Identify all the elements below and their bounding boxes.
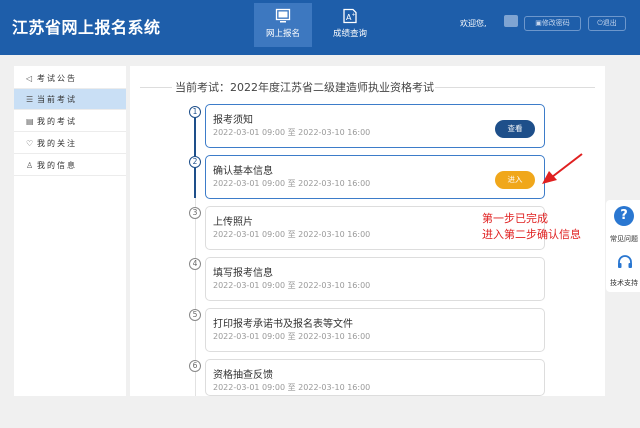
headset-icon[interactable] <box>617 254 633 270</box>
nav-online-registration[interactable]: 网上报名 <box>254 3 312 47</box>
sidebar-item-my-exams[interactable]: ▤ 我的考试 <box>14 111 126 132</box>
sidebar-item-my-follows[interactable]: ♡ 我的关注 <box>14 133 126 154</box>
step-card-exam-notice: 报考须知 2022-03-01 09:00 至 2022-03-10 16:00… <box>205 104 545 148</box>
logout-button[interactable]: ⏻退出 <box>588 16 626 31</box>
step-number: 2 <box>189 156 201 168</box>
annotation-line-2: 进入第二步确认信息 <box>482 228 581 241</box>
change-password-button[interactable]: ▣修改密码 <box>524 16 581 31</box>
current-exam-title: 当前考试：2022年度江苏省二级建造师执业资格考试 <box>175 81 434 94</box>
sidebar-item-label: 我的考试 <box>37 117 77 126</box>
step-card-confirm-info: 确认基本信息 2022-03-01 09:00 至 2022-03-10 16:… <box>205 155 545 199</box>
step-title: 确认基本信息 <box>213 166 273 177</box>
timeline-progress <box>194 112 196 198</box>
change-password-label: 修改密码 <box>541 19 570 27</box>
username-redacted <box>504 15 518 27</box>
sidebar-item-label: 考试公告 <box>37 74 77 83</box>
document-icon: ▤ <box>26 117 34 126</box>
step-title: 报考须知 <box>213 115 253 126</box>
floating-help-panel: ? 常见问题 技术支持 <box>606 200 640 292</box>
support-label[interactable]: 技术支持 <box>610 278 638 288</box>
sidebar-item-label: 当前考试 <box>37 95 77 104</box>
speaker-icon: ◁ <box>26 74 33 83</box>
step-title: 填写报考信息 <box>213 268 273 279</box>
title-divider-left <box>140 87 172 88</box>
step-time: 2022-03-01 09:00 至 2022-03-10 16:00 <box>213 128 371 137</box>
step-time: 2022-03-01 09:00 至 2022-03-10 16:00 <box>213 383 371 392</box>
step-time: 2022-03-01 09:00 至 2022-03-10 16:00 <box>213 179 371 188</box>
annotation-line-1: 第一步已完成 <box>482 212 548 225</box>
step-title: 资格抽查反馈 <box>213 370 273 381</box>
annotation-arrow-icon <box>542 153 583 184</box>
sidebar-item-current-exam[interactable]: ☰ 当前考试 <box>14 89 126 110</box>
monitor-icon <box>275 8 291 23</box>
sidebar: ◁ 考试公告 ☰ 当前考试 ▤ 我的考试 ♡ 我的关注 ♙ 我的信息 <box>14 66 126 396</box>
nav-online-registration-label: 网上报名 <box>265 29 300 39</box>
sidebar-item-my-info[interactable]: ♙ 我的信息 <box>14 155 126 176</box>
list-icon: ☰ <box>26 95 34 104</box>
nav-score-query-label: 成绩查询 <box>332 29 367 39</box>
heart-icon: ♡ <box>26 139 34 148</box>
step-card-print-documents: 打印报考承诺书及报名表等文件 2022-03-01 09:00 至 2022-0… <box>205 308 545 352</box>
step-time: 2022-03-01 09:00 至 2022-03-10 16:00 <box>213 230 371 239</box>
top-header: 江苏省网上报名系统 网上报名 A + 成绩查询 欢迎您, ▣修改密码 ⏻退出 <box>0 0 640 55</box>
lock-icon: ▣ <box>535 19 542 27</box>
grade-document-icon: A + <box>343 8 357 24</box>
step-number: 3 <box>189 207 201 219</box>
view-button[interactable]: 查看 <box>495 120 535 138</box>
step-time: 2022-03-01 09:00 至 2022-03-10 16:00 <box>213 332 371 341</box>
faq-label[interactable]: 常见问题 <box>610 234 638 244</box>
title-divider-right <box>435 87 595 88</box>
logout-label: 退出 <box>602 19 617 27</box>
question-icon[interactable]: ? <box>614 206 634 226</box>
step-number: 1 <box>189 106 201 118</box>
sidebar-item-exam-announcements[interactable]: ◁ 考试公告 <box>14 68 126 89</box>
sidebar-item-label: 我的信息 <box>37 161 77 170</box>
system-logo-title: 江苏省网上报名系统 <box>12 18 161 37</box>
step-card-qualification-check: 资格抽查反馈 2022-03-01 09:00 至 2022-03-10 16:… <box>205 359 545 396</box>
step-title: 打印报考承诺书及报名表等文件 <box>213 319 353 330</box>
sidebar-item-label: 我的关注 <box>37 139 77 148</box>
person-icon: ♙ <box>26 161 34 170</box>
step-number: 4 <box>189 258 201 270</box>
svg-text:+: + <box>352 12 356 18</box>
step-time: 2022-03-01 09:00 至 2022-03-10 16:00 <box>213 281 371 290</box>
step-title: 上传照片 <box>213 217 253 228</box>
step-number: 6 <box>189 360 201 372</box>
step-card-fill-application: 填写报考信息 2022-03-01 09:00 至 2022-03-10 16:… <box>205 257 545 301</box>
enter-button[interactable]: 进入 <box>495 171 535 189</box>
step-number: 5 <box>189 309 201 321</box>
nav-score-query[interactable]: A + 成绩查询 <box>321 3 379 47</box>
welcome-text: 欢迎您, <box>460 19 487 28</box>
